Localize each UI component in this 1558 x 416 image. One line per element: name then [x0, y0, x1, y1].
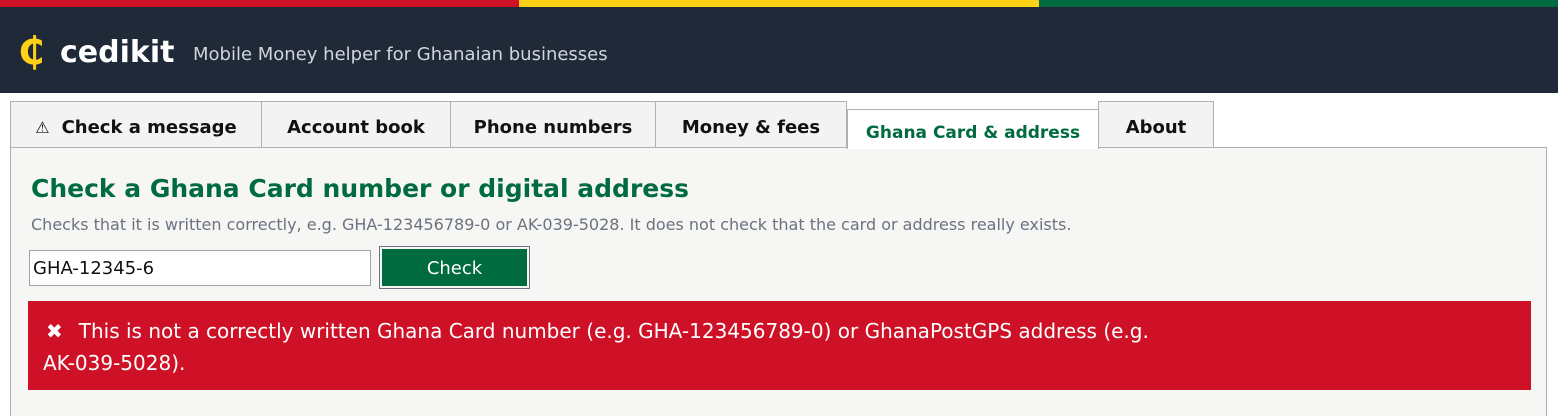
- ghana-card-panel: Check a Ghana Card number or digital add…: [10, 147, 1547, 416]
- tab-phone-numbers[interactable]: Phone numbers: [450, 101, 656, 148]
- tab-label: Account book: [287, 116, 425, 138]
- error-message: ✖ This is not a correctly written Ghana C…: [28, 301, 1531, 390]
- tab-check-a-message[interactable]: ⚠ Check a message: [10, 101, 262, 148]
- cross-icon: ✖: [46, 319, 63, 343]
- page-description: Checks that it is written correctly, e.g…: [31, 215, 1072, 234]
- flag-stripe-red: [0, 0, 520, 7]
- tab-label: About: [1125, 116, 1187, 138]
- flag-stripe-gold: [519, 0, 1039, 7]
- tab-ghana-card-and-address[interactable]: Ghana Card & address: [847, 109, 1099, 149]
- cedi-logo-icon: ₵: [18, 29, 45, 73]
- flag-stripe: [0, 0, 1558, 7]
- flag-stripe-green: [1038, 0, 1558, 7]
- tab-label: Ghana Card & address: [865, 122, 1081, 143]
- tab-label: Money & fees: [681, 116, 821, 138]
- app-name[interactable]: cedikit: [60, 33, 174, 73]
- tab-money-and-fees[interactable]: Money & fees: [655, 101, 847, 148]
- page-title: Check a Ghana Card number or digital add…: [31, 174, 689, 203]
- tab-account-book[interactable]: Account book: [261, 101, 451, 148]
- app-tagline: Mobile Money helper for Ghanaian busines…: [193, 44, 608, 65]
- app-header: ₵ cedikit Mobile Money helper for Ghanai…: [0, 7, 1558, 93]
- card-or-address-input[interactable]: GHA-12345-6: [29, 250, 371, 286]
- error-text-line-1: This is not a correctly written Ghana Ca…: [78, 319, 1149, 343]
- check-button[interactable]: Check: [379, 246, 530, 289]
- tab-about[interactable]: About: [1098, 101, 1214, 148]
- error-text-line-2: AK-039-5028).: [43, 351, 186, 375]
- warning-icon: ⚠: [35, 117, 50, 137]
- tab-label: Phone numbers: [473, 116, 633, 138]
- tab-label: Check a message: [61, 116, 237, 138]
